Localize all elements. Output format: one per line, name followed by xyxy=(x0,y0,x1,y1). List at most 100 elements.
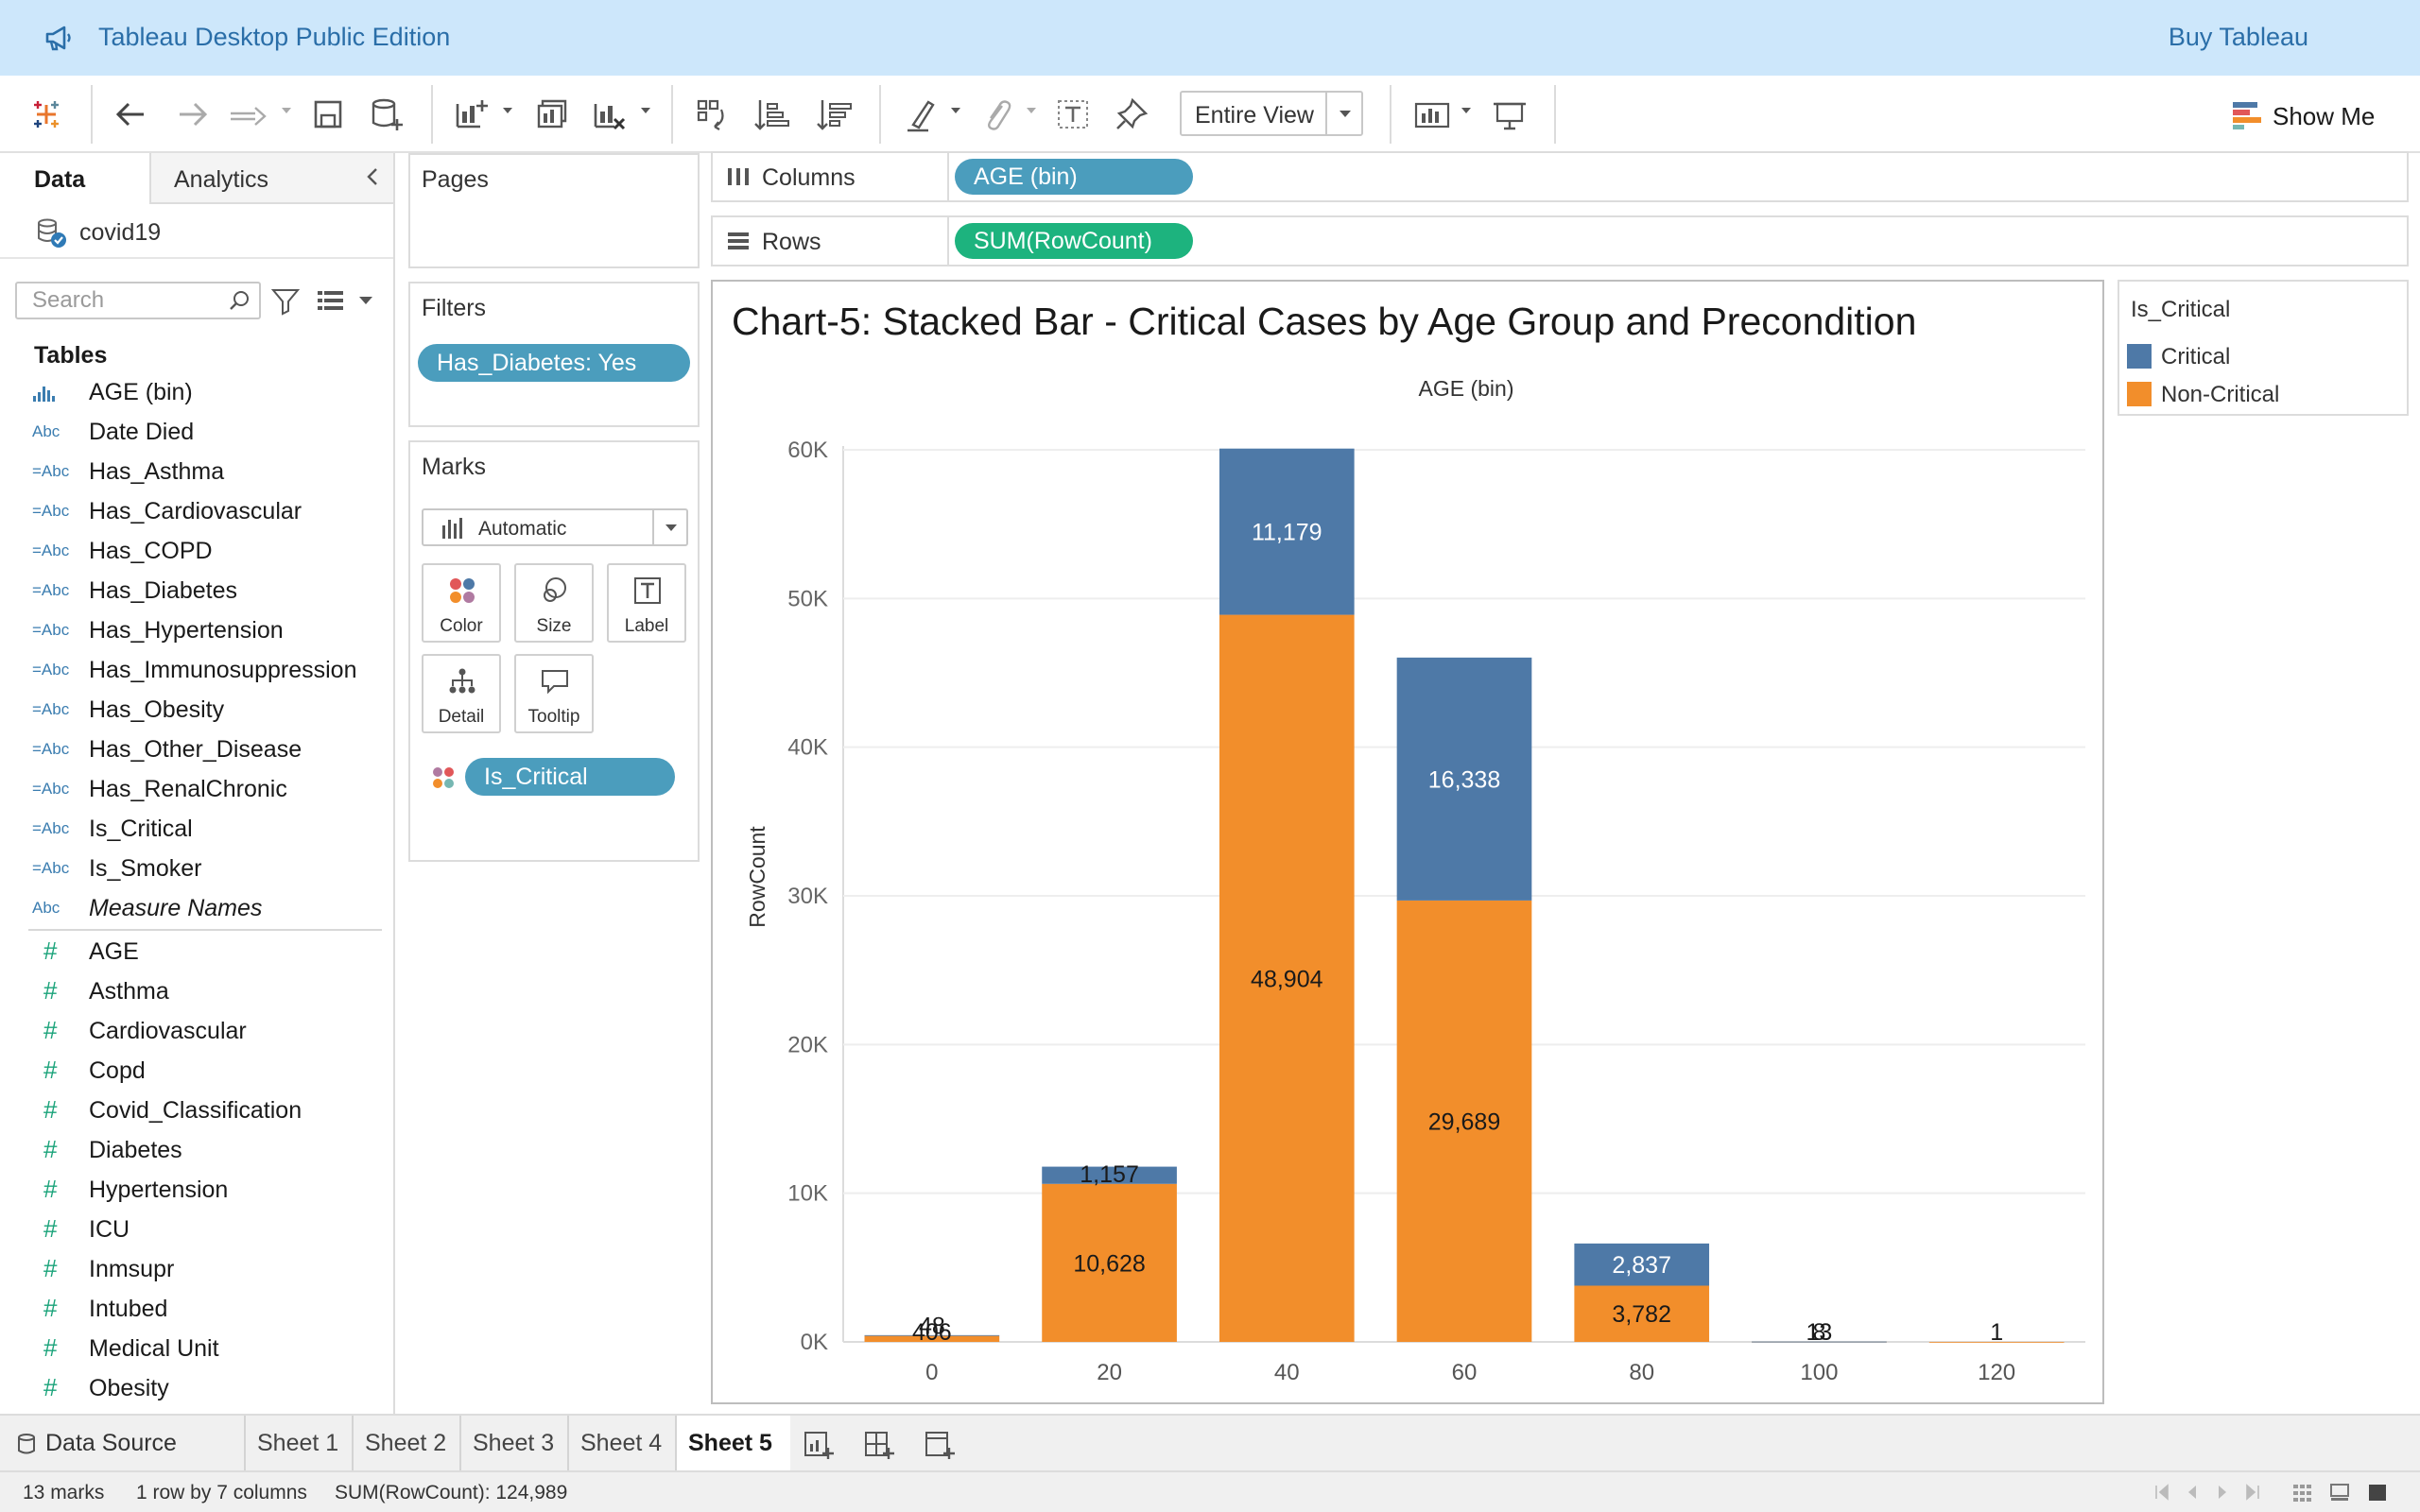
last-page-icon[interactable] xyxy=(2242,1482,2263,1503)
sort-descending-icon[interactable] xyxy=(813,93,856,136)
pin-icon[interactable] xyxy=(1110,93,1153,136)
filter-pill-has-diabetes[interactable]: Has_Diabetes: Yes xyxy=(418,344,690,382)
show-me-button[interactable]: Show Me xyxy=(2231,94,2392,136)
dimension-field[interactable]: =Abc Has_RenalChronic xyxy=(0,772,393,810)
view-list-icon[interactable] xyxy=(316,285,346,316)
tab-analytics[interactable]: Analytics xyxy=(149,153,393,204)
search-input[interactable] xyxy=(17,284,225,318)
measure-field[interactable]: # Covid_Classification xyxy=(0,1093,393,1131)
paperclip-icon[interactable] xyxy=(974,93,1017,136)
undo-arrow-icon[interactable] xyxy=(110,93,153,136)
tab-sheet-1[interactable]: Sheet 1 xyxy=(244,1416,352,1470)
dimension-field[interactable]: =Abc Has_Diabetes xyxy=(0,574,393,611)
megaphone-icon[interactable] xyxy=(42,21,76,55)
tableau-logo-icon[interactable] xyxy=(25,93,68,136)
rows-pill-sum-rowcount[interactable]: SUM(RowCount) xyxy=(955,223,1193,259)
measure-field[interactable]: # Medical Unit xyxy=(0,1332,393,1369)
dimension-field[interactable]: =Abc Has_COPD xyxy=(0,534,393,572)
measure-field[interactable]: # ICU xyxy=(0,1212,393,1250)
measure-field[interactable]: # Cardiovascular xyxy=(0,1014,393,1052)
new-worksheet-icon[interactable] xyxy=(802,1427,836,1461)
columns-pill-age-bin[interactable]: AGE (bin) xyxy=(955,159,1193,195)
measure-field[interactable]: # Copd xyxy=(0,1054,393,1091)
caret-down-icon[interactable] xyxy=(949,104,962,117)
save-icon[interactable] xyxy=(306,93,350,136)
measure-field[interactable]: # Obesity xyxy=(0,1371,393,1409)
new-datasource-icon[interactable] xyxy=(365,93,408,136)
legend-item-non-critical[interactable]: Non-Critical xyxy=(2119,374,2407,412)
filmstrip-icon[interactable] xyxy=(2329,1482,2350,1503)
duplicate-sheet-icon[interactable] xyxy=(527,93,571,136)
clear-sheet-icon[interactable] xyxy=(586,93,630,136)
tab-sheet-3[interactable]: Sheet 3 xyxy=(459,1416,567,1470)
tab-sheet-4[interactable]: Sheet 4 xyxy=(567,1416,675,1470)
buy-tableau-link[interactable]: Buy Tableau xyxy=(2169,23,2308,52)
text-box-icon[interactable] xyxy=(1051,93,1095,136)
color-button[interactable]: Color xyxy=(422,563,501,643)
redo-arrow-icon[interactable] xyxy=(170,93,214,136)
measure-field[interactable]: # Intubed xyxy=(0,1292,393,1330)
dimension-field[interactable]: =Abc Has_Asthma xyxy=(0,455,393,492)
tab-data-source[interactable]: Data Source xyxy=(0,1416,244,1470)
caret-down-icon[interactable] xyxy=(357,293,374,308)
new-worksheet-icon[interactable] xyxy=(448,93,492,136)
filter-pill-label: Has_Diabetes: Yes xyxy=(437,350,637,376)
dimension-field[interactable]: =Abc Is_Critical xyxy=(0,812,393,850)
tooltip-button[interactable]: Tooltip xyxy=(514,654,594,733)
measure-field[interactable]: # Hypertension xyxy=(0,1173,393,1211)
columns-shelf[interactable]: Columns AGE (bin) xyxy=(711,151,2409,202)
next-page-icon[interactable] xyxy=(2212,1482,2233,1503)
measure-field[interactable]: # Inmsupr xyxy=(0,1252,393,1290)
fit-dropdown-button[interactable] xyxy=(1325,93,1361,134)
dimension-field[interactable]: =Abc Has_Hypertension xyxy=(0,613,393,651)
highlight-pen-icon[interactable] xyxy=(900,93,943,136)
dimension-field[interactable]: Abc Date Died xyxy=(0,415,393,453)
collapse-chevron-icon[interactable] xyxy=(363,166,384,187)
dimension-field[interactable]: =Abc Has_Obesity xyxy=(0,693,393,730)
new-story-icon[interactable] xyxy=(923,1427,957,1461)
detail-button[interactable]: Detail xyxy=(422,654,501,733)
caret-down-icon[interactable] xyxy=(501,104,514,117)
mark-type-selector[interactable]: Automatic xyxy=(422,508,688,546)
measure-field[interactable]: # Diabetes xyxy=(0,1133,393,1171)
dimension-field[interactable]: AGE (bin) xyxy=(0,375,393,413)
rows-shelf[interactable]: Rows SUM(RowCount) xyxy=(711,215,2409,266)
tabs-view-icon[interactable] xyxy=(2367,1482,2388,1503)
caret-down-icon[interactable] xyxy=(280,104,293,117)
sort-ascending-icon[interactable] xyxy=(751,93,794,136)
toolbar-separator xyxy=(1390,85,1392,144)
filters-shelf[interactable]: Filters Has_Diabetes: Yes xyxy=(408,282,700,427)
measure-field[interactable]: # Asthma xyxy=(0,974,393,1012)
filter-funnel-icon[interactable] xyxy=(270,285,301,316)
search-icon[interactable] xyxy=(229,289,251,312)
caret-down-icon[interactable] xyxy=(1025,104,1038,117)
tab-data[interactable]: Data xyxy=(0,153,149,204)
presentation-mode-icon[interactable] xyxy=(1488,93,1531,136)
dimension-field[interactable]: =Abc Has_Immunosuppression xyxy=(0,653,393,691)
new-dashboard-icon[interactable] xyxy=(862,1427,896,1461)
mark-type-dropdown[interactable] xyxy=(652,510,686,544)
caret-down-icon[interactable] xyxy=(1460,104,1473,117)
dimension-field[interactable]: Abc Measure Names xyxy=(0,891,393,929)
swap-rows-columns-icon[interactable] xyxy=(690,93,734,136)
sheet-sorter-icon[interactable] xyxy=(2291,1482,2312,1503)
dimension-field[interactable]: =Abc Is_Smoker xyxy=(0,851,393,889)
first-page-icon[interactable] xyxy=(2152,1482,2172,1503)
caret-down-icon[interactable] xyxy=(639,104,652,117)
dimension-field[interactable]: =Abc Has_Cardiovascular xyxy=(0,494,393,532)
pages-shelf[interactable]: Pages xyxy=(408,153,700,268)
replay-arrow-icon[interactable] xyxy=(225,93,272,136)
datasource-item[interactable]: covid19 xyxy=(0,210,393,259)
tab-sheet-5[interactable]: Sheet 5 xyxy=(675,1416,790,1470)
measure-field[interactable]: # AGE xyxy=(0,935,393,972)
dimension-field[interactable]: =Abc Has_Other_Disease xyxy=(0,732,393,770)
legend-item-critical[interactable]: Critical xyxy=(2119,336,2407,374)
previous-page-icon[interactable] xyxy=(2182,1482,2203,1503)
label-button[interactable]: Label xyxy=(607,563,686,643)
fit-selector[interactable]: Entire View xyxy=(1180,91,1363,136)
tab-data-label: Data xyxy=(34,166,86,193)
size-button[interactable]: Size xyxy=(514,563,594,643)
marks-pill-is-critical[interactable]: Is_Critical xyxy=(465,758,675,796)
show-labels-icon[interactable] xyxy=(1410,93,1454,136)
tab-sheet-2[interactable]: Sheet 2 xyxy=(352,1416,459,1470)
